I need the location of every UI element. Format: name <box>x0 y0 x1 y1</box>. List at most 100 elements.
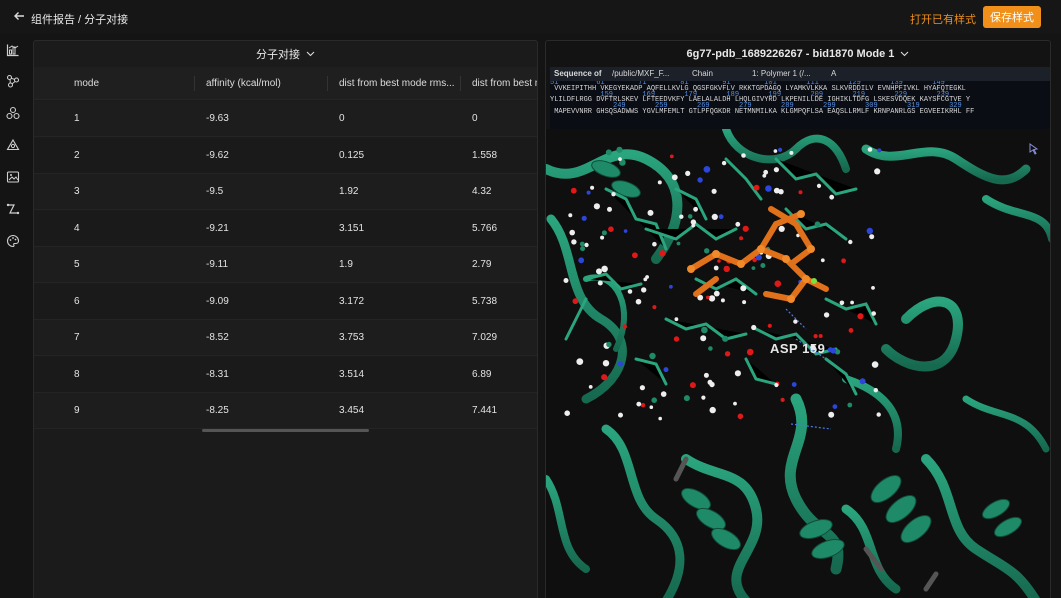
atom <box>701 326 708 334</box>
atom <box>839 300 845 306</box>
table-row[interactable]: 4 -9.21 3.151 5.766 <box>34 210 537 247</box>
atom <box>685 170 691 176</box>
atom <box>617 361 624 367</box>
atom <box>611 192 616 197</box>
path-icon[interactable] <box>6 202 20 216</box>
atom <box>767 323 772 328</box>
atom <box>623 229 628 233</box>
atom <box>760 263 766 268</box>
table-row[interactable]: 5 -9.11 1.9 2.79 <box>34 247 537 283</box>
atom <box>773 167 779 173</box>
palette-icon[interactable] <box>6 234 20 248</box>
structure-select[interactable]: /public/MXF_F... <box>612 69 669 78</box>
column-header-mode[interactable]: mode <box>74 67 99 100</box>
cell-rmsd-ub: 7.441 <box>472 405 498 416</box>
atom <box>618 412 623 418</box>
horizontal-scrollbar[interactable] <box>202 429 369 432</box>
atom <box>597 280 603 286</box>
atom <box>721 160 727 166</box>
column-header-affinity[interactable]: affinity (kcal/mol) <box>206 67 281 100</box>
column-divider <box>327 76 328 91</box>
atom <box>740 285 747 292</box>
molecule-icon[interactable] <box>6 106 20 120</box>
atom <box>679 214 684 219</box>
atom <box>584 242 589 248</box>
atom <box>789 150 794 155</box>
atom <box>733 401 737 406</box>
sequence-residues[interactable]: MAPEVVNRR GHSQSADWWS YGVLMFEMLT GTLPFQGK… <box>550 109 1050 116</box>
sidebar <box>0 34 27 598</box>
atom <box>674 317 679 322</box>
atom <box>683 395 690 402</box>
3d-structure-viewer[interactable]: ASP 159 <box>546 129 1050 598</box>
chain-select[interactable]: A <box>831 69 836 78</box>
open-existing-style-link[interactable]: 打开已有样式 <box>910 11 976 27</box>
table-row[interactable]: 7 -8.52 3.753 7.029 <box>34 320 537 356</box>
atom <box>676 241 681 246</box>
atom <box>741 153 746 158</box>
cell-rmsd-lb: 1.9 <box>339 259 353 270</box>
cell-rmsd-lb: 3.514 <box>339 368 365 380</box>
panel-title-dropdown[interactable]: 分子对接 <box>34 41 537 66</box>
cell-rmsd-lb: 3.454 <box>339 405 365 416</box>
atom <box>816 183 822 188</box>
atom <box>635 298 642 305</box>
save-style-button[interactable]: 保存样式 <box>983 6 1041 28</box>
atom <box>746 348 754 356</box>
viewer-title-dropdown[interactable]: 6g77-pdb_1689226267 - bid1870 Mode 1 <box>546 41 1050 66</box>
cell-rmsd-lb: 0 <box>339 113 345 124</box>
table-row[interactable]: 3 -9.5 1.92 4.32 <box>34 174 537 210</box>
atom <box>651 397 657 404</box>
sequence-label: Sequence of <box>554 69 602 78</box>
atom <box>848 328 854 333</box>
atom <box>739 236 744 241</box>
cell-mode: 7 <box>74 332 80 343</box>
atom <box>780 397 785 402</box>
breadcrumb: 组件报告 / 分子对接 <box>31 14 129 26</box>
atom <box>581 215 587 221</box>
atom <box>563 278 569 283</box>
atom <box>601 230 607 236</box>
atom <box>579 241 585 247</box>
atom <box>618 157 622 161</box>
cell-rmsd-ub: 1.558 <box>472 149 498 161</box>
select-cursor-icon[interactable] <box>1028 143 1040 155</box>
atom <box>641 287 647 293</box>
atom <box>703 372 709 378</box>
atom <box>640 403 646 408</box>
atom <box>569 229 575 236</box>
atom <box>701 395 706 400</box>
atom <box>857 313 864 320</box>
atom <box>657 180 662 185</box>
atom <box>828 411 835 418</box>
atom <box>742 300 747 305</box>
cell-rmsd-ub: 0 <box>472 113 478 124</box>
atom <box>643 277 648 282</box>
triangle-graph-icon[interactable] <box>6 138 20 152</box>
chain-label: Chain <box>692 69 713 78</box>
image-icon[interactable] <box>6 170 20 184</box>
column-header-rmsd-lb[interactable]: dist from best mode rms... <box>339 67 457 100</box>
sequence-view[interactable]: 51 61 71 81 91 101 111 129 139 149 VVKEI… <box>550 81 1050 129</box>
atom <box>687 214 693 219</box>
sequence-toolbar: Sequence of /public/MXF_F... Chain 1: Po… <box>550 67 1050 81</box>
table-row[interactable]: 9 -8.25 3.454 7.441 <box>34 393 537 429</box>
table-row[interactable]: 1 -9.63 0 0 <box>34 101 537 137</box>
table-row[interactable]: 8 -8.31 3.514 6.89 <box>34 356 537 393</box>
atom <box>765 185 772 192</box>
atom <box>871 361 879 368</box>
bar-chart-icon[interactable] <box>6 43 20 57</box>
column-header-rmsd-ub[interactable]: dist from best m <box>472 67 537 100</box>
atom <box>596 268 602 275</box>
atom <box>652 241 657 247</box>
table-row[interactable]: 6 -9.09 3.172 5.738 <box>34 283 537 320</box>
cell-mode: 3 <box>74 186 80 197</box>
atom <box>774 280 782 287</box>
atom <box>568 213 573 218</box>
polymer-select[interactable]: 1: Polymer 1 (/... <box>752 69 811 78</box>
table-row[interactable]: 2 -9.62 0.125 1.558 <box>34 137 537 174</box>
atom <box>847 402 853 408</box>
cell-mode: 9 <box>74 405 80 416</box>
back-arrow-icon[interactable] <box>12 9 26 23</box>
network-icon[interactable] <box>6 74 20 88</box>
